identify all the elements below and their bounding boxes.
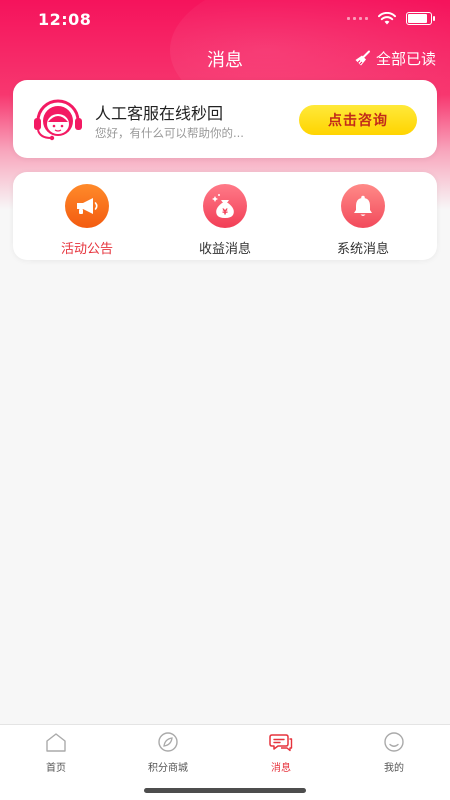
category-label: 活动公告 (60, 242, 113, 257)
money-bag-icon: ¥ (203, 184, 247, 228)
svg-text:¥: ¥ (222, 208, 228, 217)
tab-label: 消息 (271, 763, 291, 774)
mark-all-read-button[interactable]: 全部已读 (354, 48, 436, 69)
service-subtitle: 您好，有什么可以帮助你的... (95, 126, 244, 140)
service-title: 人工客服在线秒回 (95, 104, 224, 123)
consult-button[interactable]: 点击咨询 (299, 105, 417, 135)
customer-service-card[interactable]: 人工客服在线秒回 您好，有什么可以帮助你的... 点击咨询 (13, 80, 437, 158)
category-activity-announcements[interactable]: 活动公告 (37, 184, 137, 257)
megaphone-icon (65, 184, 109, 228)
compass-icon (158, 732, 178, 752)
tab-messages[interactable]: 消息 (241, 731, 321, 774)
tab-profile[interactable]: 我的 (354, 731, 434, 774)
broom-icon (355, 50, 370, 65)
mark-all-read-label: 全部已读 (375, 50, 436, 68)
category-system[interactable]: 系统消息 (313, 184, 413, 257)
home-icon (46, 733, 66, 752)
home-indicator[interactable] (144, 788, 306, 793)
tab-bar: 首页 积分商城 消息 我的 (0, 724, 450, 800)
status-time: 12:08 (38, 10, 92, 29)
wifi-icon (378, 12, 396, 25)
tab-label: 首页 (46, 763, 66, 774)
bell-icon (341, 184, 385, 228)
category-earnings[interactable]: ¥ 收益消息 (175, 184, 275, 257)
tab-points-mall[interactable]: 积分商城 (128, 731, 208, 774)
message-categories: 活动公告 ¥ 收益消息 系统消息 (13, 172, 437, 260)
battery-icon (406, 12, 435, 25)
tab-label: 我的 (384, 763, 404, 774)
tab-label: 积分商城 (148, 763, 188, 774)
customer-service-avatar-icon (34, 99, 82, 141)
profile-icon (384, 732, 404, 752)
chat-icon (269, 734, 293, 752)
status-bar: 12:08 (0, 0, 450, 40)
status-icons (347, 12, 435, 25)
category-label: 系统消息 (336, 242, 389, 257)
tab-home[interactable]: 首页 (16, 731, 96, 774)
category-label: 收益消息 (198, 242, 251, 257)
signal-icon (347, 17, 368, 20)
